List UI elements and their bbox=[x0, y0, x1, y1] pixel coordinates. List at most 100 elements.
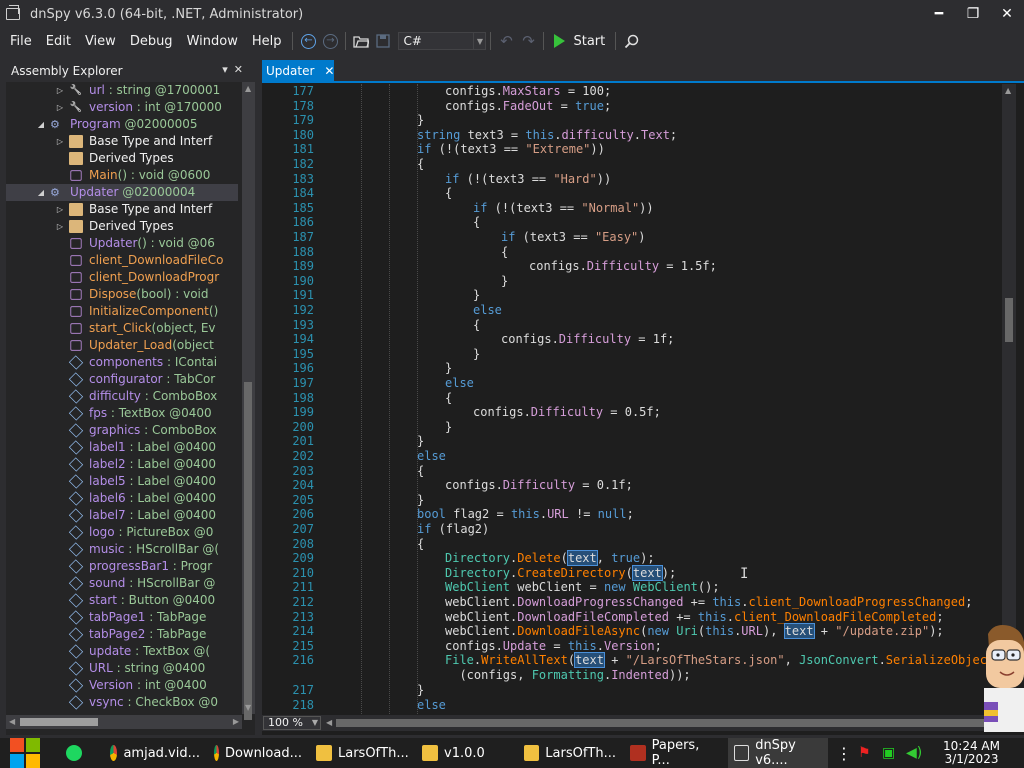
taskbar-app-5[interactable]: Papers, P... bbox=[624, 738, 720, 768]
menu-file[interactable]: File bbox=[0, 34, 39, 49]
code-line[interactable]: 204 configs.Difficulty = 0.1f; bbox=[262, 478, 1000, 492]
menu-view[interactable]: View bbox=[78, 34, 123, 49]
code-line[interactable]: 211 WebClient webClient = new WebClient()… bbox=[262, 580, 1000, 594]
scroll-left-icon[interactable]: ◀ bbox=[9, 717, 15, 726]
code-line[interactable]: 193 { bbox=[262, 318, 1000, 332]
tree-item[interactable]: client_DownloadFileCo bbox=[6, 252, 238, 269]
tree-item[interactable]: label6 : Label @0400 bbox=[6, 490, 238, 507]
tree-item[interactable]: URL : string @0400 bbox=[6, 660, 238, 677]
code-line[interactable]: 188 { bbox=[262, 245, 1000, 259]
taskbar-app-spotify[interactable] bbox=[66, 738, 88, 768]
tree-item[interactable]: sound : HScrollBar @ bbox=[6, 575, 238, 592]
tree-item[interactable]: Dispose(bool) : void bbox=[6, 286, 238, 303]
code-line[interactable]: 195} bbox=[262, 347, 1000, 361]
tree-vertical-scrollbar[interactable]: ▲ ▼ bbox=[242, 82, 255, 720]
zoom-select[interactable]: 100 % ▼ bbox=[263, 716, 321, 730]
panel-controls[interactable]: ▾✕ bbox=[222, 63, 249, 76]
code-line[interactable]: 192 else bbox=[262, 303, 1000, 317]
code-line[interactable]: 207 if (flag2) bbox=[262, 522, 1000, 536]
code-line[interactable]: 194 configs.Difficulty = 1f; bbox=[262, 332, 1000, 346]
tree-item[interactable]: ▷ Derived Types bbox=[6, 218, 238, 235]
save-all-button[interactable] bbox=[372, 30, 394, 52]
code-horizontal-scrollbar[interactable]: ◀ ▶ bbox=[326, 717, 1002, 729]
tree-item[interactable]: Main() : void @0600 bbox=[6, 167, 238, 184]
code-line[interactable]: 190} bbox=[262, 274, 1000, 288]
code-view[interactable]: 177 configs.MaxStars = 100; 178 configs.Fad… bbox=[262, 84, 1000, 716]
code-line[interactable]: 189 configs.Difficulty = 1.5f; bbox=[262, 259, 1000, 273]
code-line[interactable]: 184 { bbox=[262, 186, 1000, 200]
redo-button[interactable]: ↷ bbox=[517, 30, 539, 52]
code-line[interactable]: 216 File. WriteAllText(text + "/LarsOfTheS… bbox=[262, 652, 1000, 668]
taskbar-app-3[interactable]: v1.0.0 bbox=[416, 738, 510, 768]
tree-item[interactable]: label5 : Label @0400 bbox=[6, 473, 238, 490]
menu-debug[interactable]: Debug bbox=[123, 34, 180, 49]
close-icon[interactable]: ✕ bbox=[324, 64, 334, 78]
scroll-up-icon[interactable]: ▲ bbox=[245, 84, 251, 93]
assembly-tree[interactable]: ▷ 🔧 url : string @1700001 ▷ 🔧 version : int @… bbox=[6, 82, 238, 714]
tree-hscroll-thumb[interactable] bbox=[20, 718, 98, 726]
tree-item[interactable]: InitializeComponent() bbox=[6, 303, 238, 320]
minimize-button[interactable]: ━ bbox=[922, 0, 956, 28]
scroll-left-icon[interactable]: ◀ bbox=[326, 718, 332, 727]
code-hscroll-thumb[interactable] bbox=[336, 719, 986, 727]
code-line[interactable]: 209 Directory.Delete(text, true); bbox=[262, 550, 1000, 566]
taskbar-app-0[interactable]: amjad.vid... bbox=[104, 738, 200, 768]
code-line[interactable]: 212 webClient.DownloadProgressChanged += … bbox=[262, 595, 1000, 609]
tree-item[interactable]: ▷ Base Type and Interf bbox=[6, 201, 238, 218]
code-line[interactable]: 187 if (text3 == "Easy") bbox=[262, 230, 1000, 244]
code-line[interactable]: 218 else bbox=[262, 698, 1000, 712]
tree-horizontal-scrollbar[interactable]: ◀ ▶ bbox=[6, 715, 242, 729]
collapse-icon[interactable]: ◢ bbox=[36, 184, 46, 201]
expand-icon[interactable]: ▷ bbox=[55, 82, 65, 99]
tree-item[interactable]: tabPage1 : TabPage bbox=[6, 609, 238, 626]
scroll-right-icon[interactable]: ▶ bbox=[233, 717, 239, 726]
tree-item[interactable]: progressBar1 : Progr bbox=[6, 558, 238, 575]
start-debugging-button[interactable]: Start bbox=[554, 34, 605, 49]
code-line[interactable]: 217} bbox=[262, 683, 1000, 697]
undo-button[interactable]: ↶ bbox=[495, 30, 517, 52]
start-menu-button[interactable] bbox=[10, 738, 40, 768]
code-line[interactable]: 215 configs.Update = this.Version; bbox=[262, 639, 1000, 653]
scroll-down-icon[interactable]: ▼ bbox=[245, 703, 251, 712]
tree-item[interactable]: Updater_Load(object bbox=[6, 337, 238, 354]
tree-item[interactable]: tabPage2 : TabPage bbox=[6, 626, 238, 643]
tree-item[interactable]: fps : TextBox @0400 bbox=[6, 405, 238, 422]
taskbar-overflow-button[interactable]: ⋮ bbox=[836, 738, 852, 768]
tree-item[interactable]: ◢ ⚙ Updater @02000004 bbox=[6, 184, 238, 201]
maximize-button[interactable]: ❐ bbox=[956, 0, 990, 28]
code-line[interactable]: 179} bbox=[262, 113, 1000, 127]
close-button[interactable]: ✕ bbox=[990, 0, 1024, 28]
tree-item[interactable]: difficulty : ComboBox bbox=[6, 388, 238, 405]
open-button[interactable] bbox=[350, 30, 372, 52]
taskbar-app-2[interactable]: LarsOfTh... bbox=[310, 738, 410, 768]
code-line[interactable]: 183 if (!(text3 == "Hard")) bbox=[262, 172, 1000, 186]
search-button[interactable] bbox=[620, 30, 642, 52]
menu-edit[interactable]: Edit bbox=[39, 34, 78, 49]
scroll-up-icon[interactable]: ▲ bbox=[1005, 86, 1011, 95]
tree-item[interactable]: vsync : CheckBox @0 bbox=[6, 694, 238, 711]
tree-item[interactable]: Updater() : void @06 bbox=[6, 235, 238, 252]
code-line[interactable]: (configs, Formatting.Indented)); bbox=[262, 668, 1000, 682]
code-line[interactable]: 201} bbox=[262, 434, 1000, 448]
tree-item[interactable]: start_Click(object, Ev bbox=[6, 320, 238, 337]
navigate-forward-button[interactable]: → bbox=[319, 30, 341, 52]
tree-item[interactable]: music : HScrollBar @( bbox=[6, 541, 238, 558]
tree-scroll-thumb[interactable] bbox=[244, 382, 252, 720]
menu-help[interactable]: Help bbox=[245, 34, 289, 49]
tree-item[interactable]: update : TextBox @( bbox=[6, 643, 238, 660]
expand-icon[interactable]: ▷ bbox=[55, 218, 65, 235]
expand-icon[interactable]: ▷ bbox=[55, 133, 65, 150]
tree-item[interactable]: start : Button @0400 bbox=[6, 592, 238, 609]
code-line[interactable]: 178 configs.FadeOut = true; bbox=[262, 99, 1000, 113]
code-line[interactable]: 210 Directory.CreateDirectory(text); bbox=[262, 565, 1000, 581]
tree-item[interactable]: graphics : ComboBox bbox=[6, 422, 238, 439]
code-line[interactable]: 199 configs.Difficulty = 0.5f; bbox=[262, 405, 1000, 419]
expand-icon[interactable]: ▷ bbox=[55, 99, 65, 116]
code-line[interactable]: 180 string text3 = this.difficulty.Text; bbox=[262, 128, 1000, 142]
taskbar-app-1[interactable]: Download... bbox=[208, 738, 302, 768]
code-line[interactable]: 196} bbox=[262, 361, 1000, 375]
code-line[interactable]: 181 if (!(text3 == "Extreme")) bbox=[262, 142, 1000, 156]
tree-item[interactable]: label7 : Label @0400 bbox=[6, 507, 238, 524]
taskbar-app-4[interactable]: LarsOfTh... bbox=[518, 738, 616, 768]
code-line[interactable]: 203 { bbox=[262, 464, 1000, 478]
